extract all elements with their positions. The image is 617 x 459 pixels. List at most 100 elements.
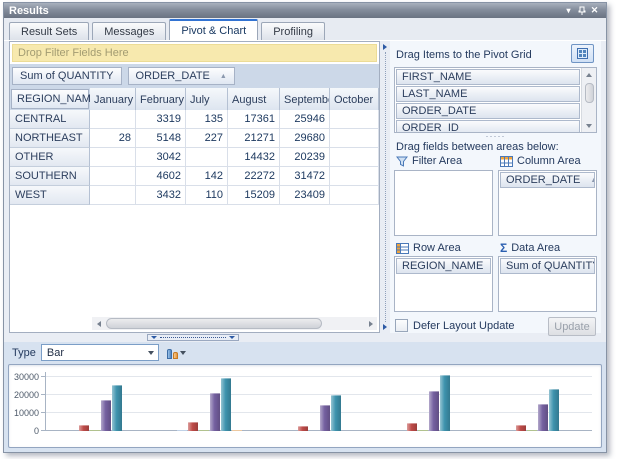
bar-february-southern[interactable]	[407, 423, 417, 431]
row-header-northeast[interactable]: NORTHEAST	[10, 129, 90, 148]
right-arrow-icon	[369, 321, 373, 327]
field-chip-region-name[interactable]: REGION_NAME▲	[396, 258, 491, 274]
field-item-last-name[interactable]: LAST_NAME	[396, 86, 580, 102]
column-field-button[interactable]: ORDER_DATE ▲	[128, 67, 235, 85]
column-header-september[interactable]: September	[280, 88, 330, 110]
layout-options-button[interactable]	[571, 44, 594, 63]
pivot-cell: 29680	[280, 129, 330, 148]
row-field-button[interactable]: REGION_NAME ▲	[11, 89, 89, 109]
pivot-h-scrollbar[interactable]	[92, 317, 377, 330]
bar-february-central[interactable]	[79, 425, 89, 431]
bar-january-northeast[interactable]	[177, 430, 187, 431]
bar-august-central[interactable]	[101, 400, 111, 431]
scroll-down-icon[interactable]	[586, 119, 592, 132]
row-header-west[interactable]: WEST	[10, 186, 90, 205]
field-chip-label: REGION_NAME	[402, 260, 483, 272]
bar-september-west[interactable]	[549, 389, 559, 431]
scroll-thumb[interactable]	[585, 83, 594, 103]
bar-february-west[interactable]	[516, 425, 526, 431]
filter-area-text: Filter Area	[412, 155, 462, 167]
pivot-grid: Drop Filter Fields Here Sum of QUANTITY …	[9, 41, 380, 333]
chart-appearance-button[interactable]	[164, 344, 189, 362]
bar-september-central[interactable]	[112, 385, 122, 431]
data-field-button[interactable]: Sum of QUANTITY	[12, 67, 122, 85]
bar-september-northeast[interactable]	[221, 378, 231, 431]
sort-asc-icon: ▲	[590, 177, 595, 184]
bar-september-southern[interactable]	[440, 375, 450, 431]
scroll-track[interactable]	[105, 317, 364, 330]
up-arrow-icon	[586, 73, 592, 77]
bar-july-northeast[interactable]	[199, 430, 209, 431]
pivot-cell: 110	[186, 186, 228, 205]
data-area-label: Σ Data Area	[500, 242, 560, 254]
tab-label: Messages	[104, 26, 154, 38]
bar-group-central	[46, 372, 155, 431]
column-header-july[interactable]: July	[186, 88, 228, 110]
scroll-up-icon[interactable]	[586, 68, 592, 81]
tab-label: Pivot & Chart	[181, 25, 246, 37]
row-area-text: Row Area	[413, 242, 461, 254]
column-header-august[interactable]: August	[228, 88, 280, 110]
list-resize-grip[interactable]: ·····	[390, 133, 601, 139]
column-header-october[interactable]: October	[330, 88, 379, 110]
tab-pivot-chart[interactable]: Pivot & Chart	[169, 19, 258, 40]
tab-result-sets[interactable]: Result Sets	[9, 22, 89, 40]
splitter-collapse-handle[interactable]	[147, 334, 239, 341]
filter-drop-zone-label: Drop Filter Fields Here	[18, 47, 129, 59]
pivot-cell	[90, 167, 136, 186]
data-area-box[interactable]: Sum of QUANTITY	[498, 256, 597, 312]
vertical-splitter[interactable]	[381, 41, 389, 333]
pivot-cell	[90, 186, 136, 205]
scroll-thumb[interactable]	[106, 318, 322, 329]
scroll-right-icon[interactable]	[364, 317, 377, 330]
bar-february-northeast[interactable]	[188, 422, 198, 431]
column-header-february[interactable]: February	[136, 88, 186, 110]
chart-type-combobox[interactable]: Bar	[41, 344, 159, 361]
bar-july-central[interactable]	[90, 430, 100, 431]
row-area-box[interactable]: REGION_NAME▲	[394, 256, 493, 312]
field-item-first-name[interactable]: FIRST_NAME	[396, 69, 580, 85]
horizontal-splitter[interactable]	[4, 334, 606, 342]
bar-august-southern[interactable]	[429, 391, 439, 431]
pin-icon[interactable]	[575, 5, 588, 17]
column-header-january[interactable]: January	[90, 88, 136, 110]
window-menu-icon[interactable]: ▾	[562, 5, 575, 17]
collapse-right-icon[interactable]	[383, 324, 387, 330]
field-panel-title: Drag Items to the Pivot Grid	[396, 49, 532, 61]
pivot-cell: 22272	[228, 167, 280, 186]
pivot-cell	[90, 110, 136, 129]
row-header-other[interactable]: OTHER	[10, 148, 90, 167]
field-chip-order-date[interactable]: ORDER_DATE▲	[500, 172, 595, 188]
bar-july-southern[interactable]	[418, 430, 428, 431]
bar-august-northeast[interactable]	[210, 393, 220, 431]
bar-september-other[interactable]	[331, 395, 341, 431]
field-chip-sum-of-quantity[interactable]: Sum of QUANTITY	[500, 258, 595, 274]
collapse-right-icon[interactable]	[383, 44, 387, 50]
row-header-central[interactable]: CENTRAL	[10, 110, 90, 129]
filter-area-box[interactable]	[394, 170, 493, 236]
bar-february-other[interactable]	[298, 426, 308, 431]
bar-august-west[interactable]	[538, 404, 548, 431]
scroll-left-icon[interactable]	[92, 317, 105, 330]
filter-drop-zone[interactable]: Drop Filter Fields Here	[12, 44, 377, 62]
tab-messages[interactable]: Messages	[92, 22, 166, 40]
panel-title: Results	[9, 5, 49, 17]
pivot-cell: 31472	[280, 167, 330, 186]
combo-dropdown-icon[interactable]	[144, 345, 158, 360]
tab-profiling[interactable]: Profiling	[261, 22, 325, 40]
down-arrow-icon	[586, 124, 592, 128]
close-icon[interactable]: ✕	[588, 5, 601, 17]
field-item-order-date[interactable]: ORDER_DATE	[396, 103, 580, 119]
pivot-chart-page: Drop Filter Fields Here Sum of QUANTITY …	[9, 41, 601, 333]
bar-august-other[interactable]	[320, 405, 330, 431]
row-header-southern[interactable]: SOUTHERN	[10, 167, 90, 186]
pivot-cell	[330, 186, 379, 205]
title-bar: Results ▾ ✕	[4, 3, 606, 18]
bar-july-west[interactable]	[527, 430, 537, 431]
column-area-text: Column Area	[517, 155, 581, 167]
field-list-scrollbar[interactable]	[581, 68, 596, 132]
defer-layout-checkbox[interactable]	[395, 319, 408, 332]
bar-october-northeast[interactable]	[232, 430, 242, 431]
y-axis-label: 30000	[9, 372, 39, 382]
column-area-box[interactable]: ORDER_DATE▲	[498, 170, 597, 236]
